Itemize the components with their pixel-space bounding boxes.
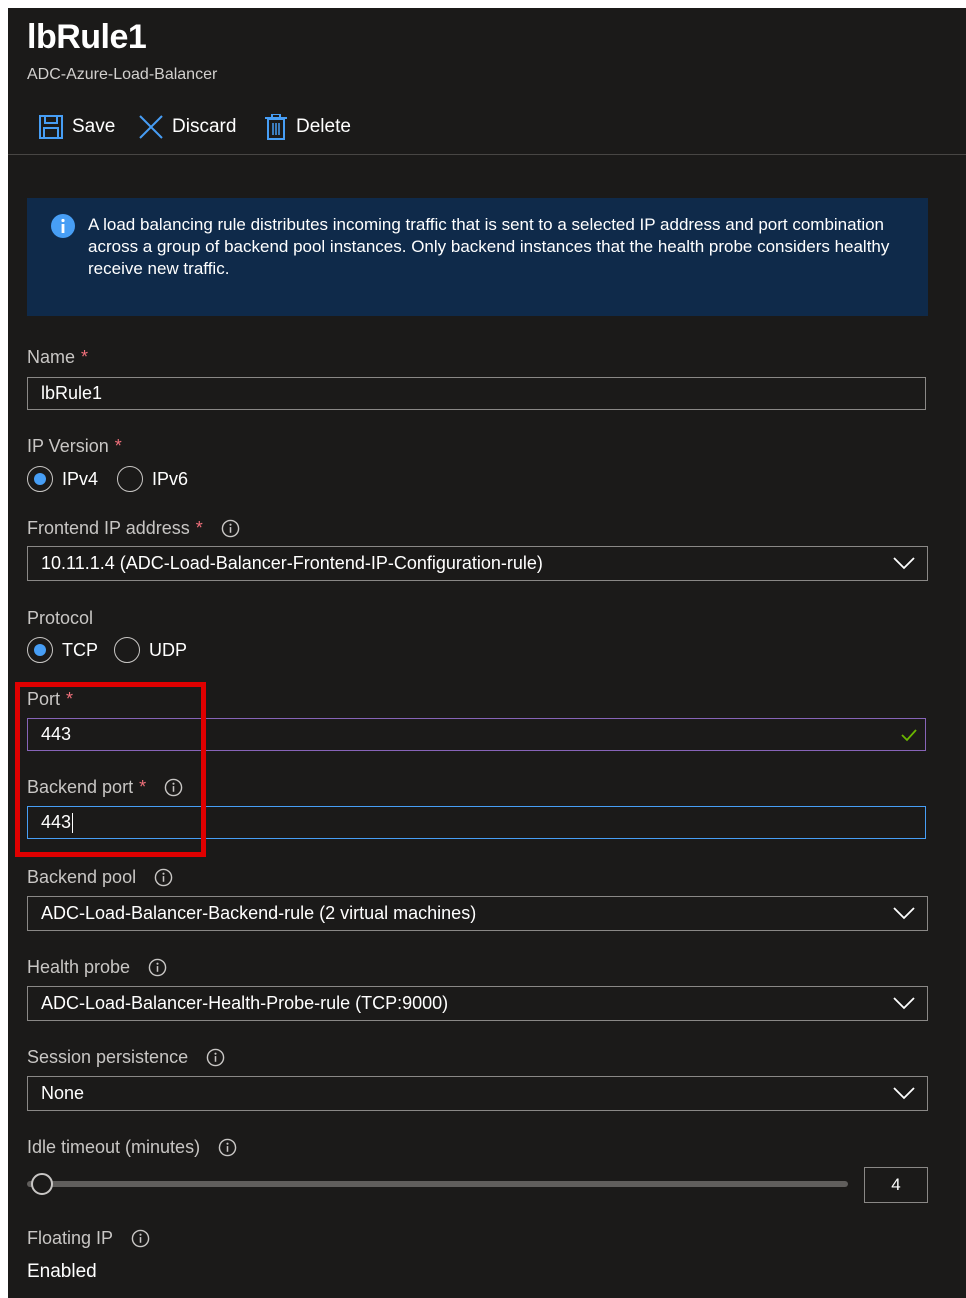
radio-ipv6[interactable]	[117, 466, 143, 492]
backend-port-input[interactable]: 443	[27, 806, 926, 839]
toolbar-divider	[8, 154, 966, 155]
idle-timeout-input[interactable]: 4	[864, 1167, 928, 1203]
page-title: lbRule1	[27, 18, 147, 56]
info-tooltip-icon[interactable]	[164, 778, 183, 797]
info-tooltip-icon[interactable]	[221, 519, 240, 538]
port-value: 443	[41, 724, 72, 744]
info-banner: A load balancing rule distributes incomi…	[27, 198, 928, 316]
text-caret	[72, 812, 74, 833]
radio-udp[interactable]	[114, 637, 140, 663]
discard-button[interactable]: Discard	[138, 112, 236, 142]
protocol-udp[interactable]: UDP	[114, 637, 187, 663]
info-text: A load balancing rule distributes incomi…	[88, 215, 890, 278]
backend-pool-value: ADC-Load-Balancer-Backend-rule (2 virtua…	[41, 903, 477, 923]
frontend-ip-label: Frontend IP address *	[27, 518, 240, 539]
health-probe-value: ADC-Load-Balancer-Health-Probe-rule (TCP…	[41, 993, 449, 1013]
health-probe-label-text: Health probe	[27, 957, 131, 977]
ipv4-label: IPv4	[62, 468, 99, 489]
frontend-ip-value: 10.11.1.4 (ADC-Load-Balancer-Frontend-IP…	[41, 553, 543, 573]
udp-label: UDP	[149, 639, 188, 660]
backend-port-value: 443	[41, 812, 72, 832]
chevron-down-icon	[893, 557, 915, 570]
name-value: lbRule1	[41, 383, 103, 403]
port-input[interactable]: 443	[27, 718, 926, 751]
frontend-ip-dropdown[interactable]: 10.11.1.4 (ADC-Load-Balancer-Frontend-IP…	[27, 546, 928, 581]
close-icon	[139, 115, 163, 139]
required-marker: *	[139, 777, 147, 797]
required-marker: *	[114, 436, 122, 456]
name-input[interactable]: lbRule1	[27, 377, 926, 410]
checkmark-icon	[901, 729, 917, 742]
rule-editor-panel: lbRule1 ADC-Azure-Load-Balancer Save Dis…	[8, 8, 966, 1298]
protocol-tcp[interactable]: TCP	[27, 637, 98, 663]
delete-label: Delete	[296, 116, 351, 137]
required-marker: *	[81, 347, 89, 367]
backend-port-label: Backend port *	[27, 777, 183, 798]
info-tooltip-icon[interactable]	[218, 1138, 237, 1157]
discard-label: Discard	[172, 116, 237, 137]
radio-selected-dot	[34, 473, 46, 485]
session-persistence-dropdown[interactable]: None	[27, 1076, 928, 1111]
protocol-label: Protocol	[27, 608, 93, 629]
backend-pool-dropdown[interactable]: ADC-Load-Balancer-Backend-rule (2 virtua…	[27, 896, 928, 931]
idle-timeout-value: 4	[891, 1175, 901, 1194]
info-tooltip-icon[interactable]	[206, 1048, 225, 1067]
info-tooltip-icon[interactable]	[148, 958, 167, 977]
session-persistence-value: None	[41, 1083, 85, 1103]
session-persistence-label-text: Session persistence	[27, 1047, 189, 1067]
required-marker: *	[195, 518, 203, 538]
page-subtitle: ADC-Azure-Load-Balancer	[27, 66, 218, 83]
info-tooltip-icon[interactable]	[154, 868, 173, 887]
trash-icon	[265, 114, 287, 140]
save-button[interactable]: Save	[38, 112, 115, 142]
name-label: Name *	[27, 347, 88, 368]
ipv6-label: IPv6	[152, 468, 189, 489]
ip-version-ipv6[interactable]: IPv6	[117, 466, 188, 492]
chevron-down-icon	[893, 1087, 915, 1100]
name-label-text: Name	[27, 347, 76, 367]
idle-timeout-slider-track[interactable]	[27, 1181, 848, 1187]
session-persistence-label: Session persistence	[27, 1047, 225, 1068]
save-icon	[39, 115, 63, 139]
backend-port-label-text: Backend port	[27, 777, 134, 797]
frontend-ip-label-text: Frontend IP address	[27, 518, 190, 538]
chevron-down-icon	[893, 907, 915, 920]
info-tooltip-icon[interactable]	[131, 1229, 150, 1248]
floating-ip-value: Enabled	[27, 1261, 97, 1282]
save-label: Save	[72, 116, 116, 137]
port-label-text: Port	[27, 689, 61, 709]
radio-tcp[interactable]	[27, 637, 53, 663]
floating-ip-label: Floating IP	[27, 1228, 150, 1249]
backend-pool-label-text: Backend pool	[27, 867, 137, 887]
backend-pool-label: Backend pool	[27, 867, 173, 888]
chevron-down-icon	[893, 997, 915, 1010]
idle-timeout-slider-thumb[interactable]	[31, 1173, 53, 1195]
radio-selected-dot	[34, 644, 46, 656]
ip-version-label: IP Version *	[27, 436, 122, 457]
radio-ipv4[interactable]	[27, 466, 53, 492]
info-icon	[51, 214, 75, 238]
floating-ip-label-text: Floating IP	[27, 1228, 114, 1248]
idle-timeout-label-text: Idle timeout (minutes)	[27, 1137, 201, 1157]
tcp-label: TCP	[62, 639, 98, 660]
required-marker: *	[66, 689, 74, 709]
health-probe-label: Health probe	[27, 957, 167, 978]
idle-timeout-label: Idle timeout (minutes)	[27, 1137, 237, 1158]
ip-version-label-text: IP Version	[27, 436, 109, 456]
port-label: Port *	[27, 689, 73, 710]
delete-button[interactable]: Delete	[264, 112, 351, 142]
ip-version-ipv4[interactable]: IPv4	[27, 466, 98, 492]
protocol-label-text: Protocol	[27, 608, 94, 628]
health-probe-dropdown[interactable]: ADC-Load-Balancer-Health-Probe-rule (TCP…	[27, 986, 928, 1021]
